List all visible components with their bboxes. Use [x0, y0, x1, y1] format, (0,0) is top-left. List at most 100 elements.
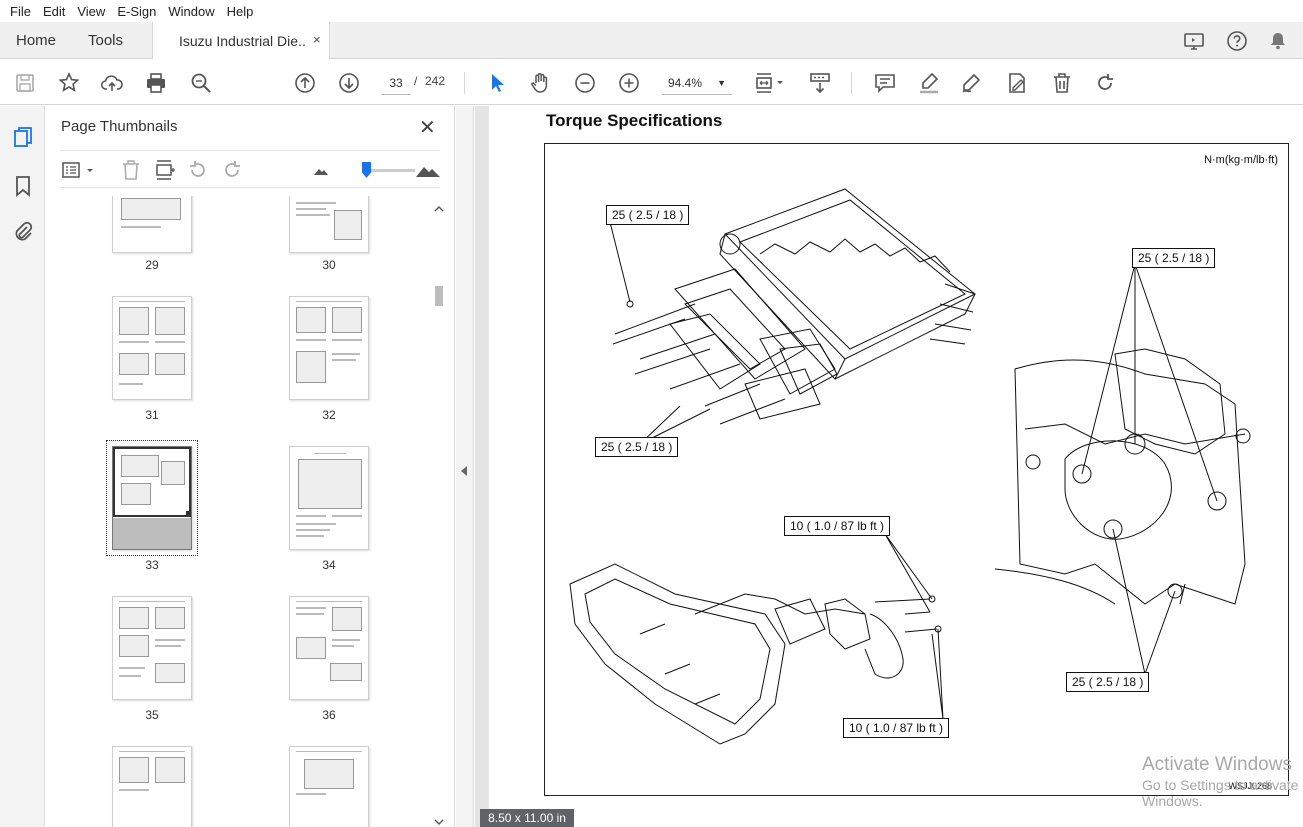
page-thumbnail-selected[interactable] — [112, 446, 192, 550]
comment-icon[interactable] — [872, 70, 898, 96]
zoom-out-icon[interactable] — [572, 70, 598, 96]
page-thumbnail[interactable] — [289, 446, 369, 550]
torque-callout: 10 ( 1.0 / 87 lb ft ) — [784, 516, 891, 536]
torque-callout: 10 ( 1.0 / 87 lb ft ) — [843, 718, 950, 738]
page-thumbnails-icon[interactable] — [11, 126, 35, 150]
options-menu-icon[interactable] — [62, 159, 98, 181]
torque-callout: 25 ( 2.5 / 18 ) — [606, 205, 690, 225]
zoom-in-icon[interactable] — [616, 70, 642, 96]
page-thumbnail[interactable] — [289, 746, 369, 827]
menu-bar: File Edit View E-Sign Window Help — [0, 0, 1303, 22]
torque-specification-figure: N·m(kg·m/lb·ft) 25 (2.5 / 18) 25 (2.5… — [544, 143, 1289, 796]
torque-callout: 25 ( 2.5 / 18 ) — [1066, 672, 1150, 692]
tab-document[interactable]: Isuzu Industrial Die... × — [152, 22, 330, 59]
page-separator: / — [414, 74, 418, 88]
delete-page-icon[interactable] — [120, 159, 142, 181]
upload-cloud-icon[interactable] — [99, 70, 125, 96]
rotate-redo-icon[interactable] — [1092, 70, 1118, 96]
select-cursor-icon[interactable] — [484, 70, 510, 96]
activation-watermark: Activate Windows Go to Settings to activ… — [1142, 754, 1303, 809]
save-icon[interactable] — [12, 70, 38, 96]
torque-callout: 25 ( 2.5 / 18 ) — [1132, 248, 1216, 268]
attachments-paperclip-icon[interactable] — [11, 220, 35, 244]
scroll-down-icon — [434, 819, 444, 825]
previous-page-icon[interactable] — [292, 70, 318, 96]
page-fit-icon[interactable] — [752, 70, 788, 96]
panel-title: Page Thumbnails — [61, 118, 178, 135]
toolbar-divider — [851, 72, 852, 94]
panel-close-button[interactable]: ✕ — [419, 115, 436, 140]
menu-view[interactable]: View — [71, 4, 111, 19]
page-number-label: 34 — [322, 558, 336, 572]
zoom-level-select[interactable]: 94.4% ▼ — [662, 71, 732, 95]
highlight-pen-icon[interactable] — [916, 70, 942, 96]
small-mountain-icon — [310, 159, 332, 181]
engine-line-drawing — [569, 188, 1251, 745]
thumbnails-panel: Page Thumbnails ✕ 29 30 31 32 33 34 35 3… — [45, 106, 455, 827]
page-thumbnail[interactable] — [112, 596, 192, 700]
scroll-up-icon — [434, 206, 444, 212]
page-thumbnail[interactable] — [112, 296, 192, 400]
watermark-title: Activate Windows — [1142, 754, 1292, 775]
left-navigation-rail — [0, 106, 45, 827]
page-number-label: 35 — [145, 708, 159, 722]
menu-window[interactable]: Window — [162, 4, 220, 19]
thumbnail-list: 29 30 31 32 33 34 35 36 — [60, 196, 440, 827]
menu-file[interactable]: File — [4, 4, 37, 19]
menu-edit[interactable]: Edit — [37, 4, 71, 19]
panel-collapse-handle[interactable] — [456, 106, 474, 827]
page-thumbnail[interactable] — [289, 596, 369, 700]
bookmark-star-icon[interactable] — [56, 70, 82, 96]
draw-pencil-icon[interactable] — [959, 70, 985, 96]
zoom-level-value: 94.4% — [668, 76, 703, 90]
notifications-bell-icon[interactable] — [1267, 30, 1289, 52]
menu-help[interactable]: Help — [221, 4, 260, 19]
page-number-label: 30 — [322, 258, 336, 272]
thumbnail-size-slider[interactable] — [365, 169, 415, 172]
page-thumbnail[interactable] — [289, 296, 369, 400]
insert-page-icon[interactable] — [154, 159, 176, 181]
large-mountain-icon — [415, 159, 441, 181]
page-heading: Torque Specifications — [546, 111, 723, 130]
page-number-label: 32 — [322, 408, 336, 422]
page-number-label: 31 — [145, 408, 159, 422]
tab-bar: Home Tools Isuzu Industrial Die... × — [0, 22, 1303, 59]
tab-document-title: Isuzu Industrial Die... — [179, 33, 307, 49]
toolbar-divider — [464, 72, 465, 94]
tab-home[interactable]: Home — [16, 32, 56, 49]
tab-close-button[interactable]: × — [313, 32, 321, 47]
next-page-icon[interactable] — [336, 70, 362, 96]
tab-tools[interactable]: Tools — [88, 32, 123, 49]
share-screen-icon[interactable] — [1183, 30, 1205, 52]
page-number-label: 33 — [145, 558, 159, 572]
collapse-arrow-icon — [461, 466, 467, 476]
watermark-subtitle: Go to Settings to activate Windows. — [1142, 777, 1299, 809]
edit-pdf-icon[interactable] — [1004, 70, 1030, 96]
find-magnifier-icon[interactable] — [188, 70, 214, 96]
thumbnail-scrollbar[interactable] — [433, 204, 445, 827]
scroll-mode-icon[interactable] — [807, 70, 833, 96]
document-viewport[interactable]: Torque Specifications N·m(kg·m/lb·ft) 25… — [475, 106, 1303, 827]
slider-handle[interactable] — [362, 162, 371, 178]
menu-esign[interactable]: E-Sign — [111, 4, 162, 19]
chevron-down-icon: ▼ — [717, 78, 726, 88]
main-toolbar: 33 / 242 94.4% ▼ — [0, 60, 1303, 105]
thumbnail-toolbar — [60, 150, 440, 188]
hand-tool-icon[interactable] — [527, 70, 553, 96]
page-thumbnail[interactable] — [289, 196, 369, 253]
rotate-left-icon[interactable] — [187, 159, 209, 181]
page-number-input[interactable]: 33 — [381, 71, 411, 95]
page-thumbnail[interactable] — [112, 196, 192, 253]
page-number-label: 29 — [145, 258, 159, 272]
scrollbar-thumb[interactable] — [435, 286, 443, 306]
help-icon[interactable] — [1226, 30, 1248, 52]
bookmarks-icon[interactable] — [11, 174, 35, 198]
page-number-label: 36 — [322, 708, 336, 722]
torque-callout: 25 ( 2.5 / 18 ) — [595, 437, 679, 457]
rotate-right-icon[interactable] — [221, 159, 243, 181]
page-size-badge: 8.50 x 11.00 in — [480, 809, 574, 827]
print-icon[interactable] — [143, 70, 169, 96]
delete-trash-icon[interactable] — [1049, 70, 1075, 96]
page-thumbnail[interactable] — [112, 746, 192, 827]
page-total: 242 — [425, 74, 446, 88]
